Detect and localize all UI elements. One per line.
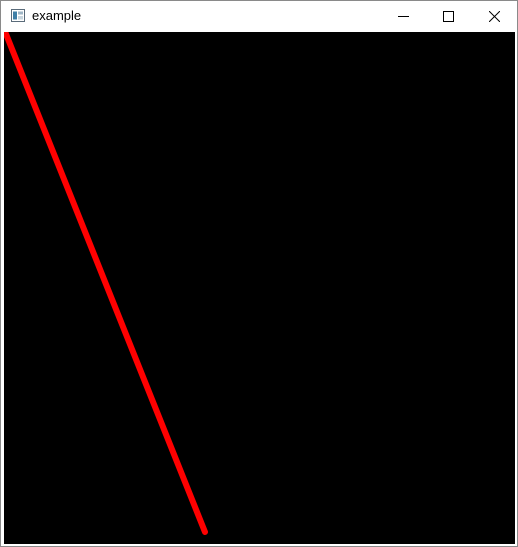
minimize-icon — [397, 15, 409, 17]
drawing-canvas[interactable] — [4, 32, 515, 544]
minimize-button[interactable] — [380, 1, 426, 31]
title-bar[interactable]: example — [1, 1, 517, 31]
canvas-svg — [4, 32, 208, 535]
close-button[interactable] — [471, 1, 517, 31]
maximize-icon — [442, 10, 454, 22]
red-diagonal-line — [4, 32, 208, 535]
app-window: example — [0, 0, 518, 547]
window-app-icon — [11, 9, 25, 22]
maximize-button[interactable] — [425, 1, 471, 31]
close-icon — [488, 10, 500, 22]
window-title: example — [32, 8, 82, 23]
